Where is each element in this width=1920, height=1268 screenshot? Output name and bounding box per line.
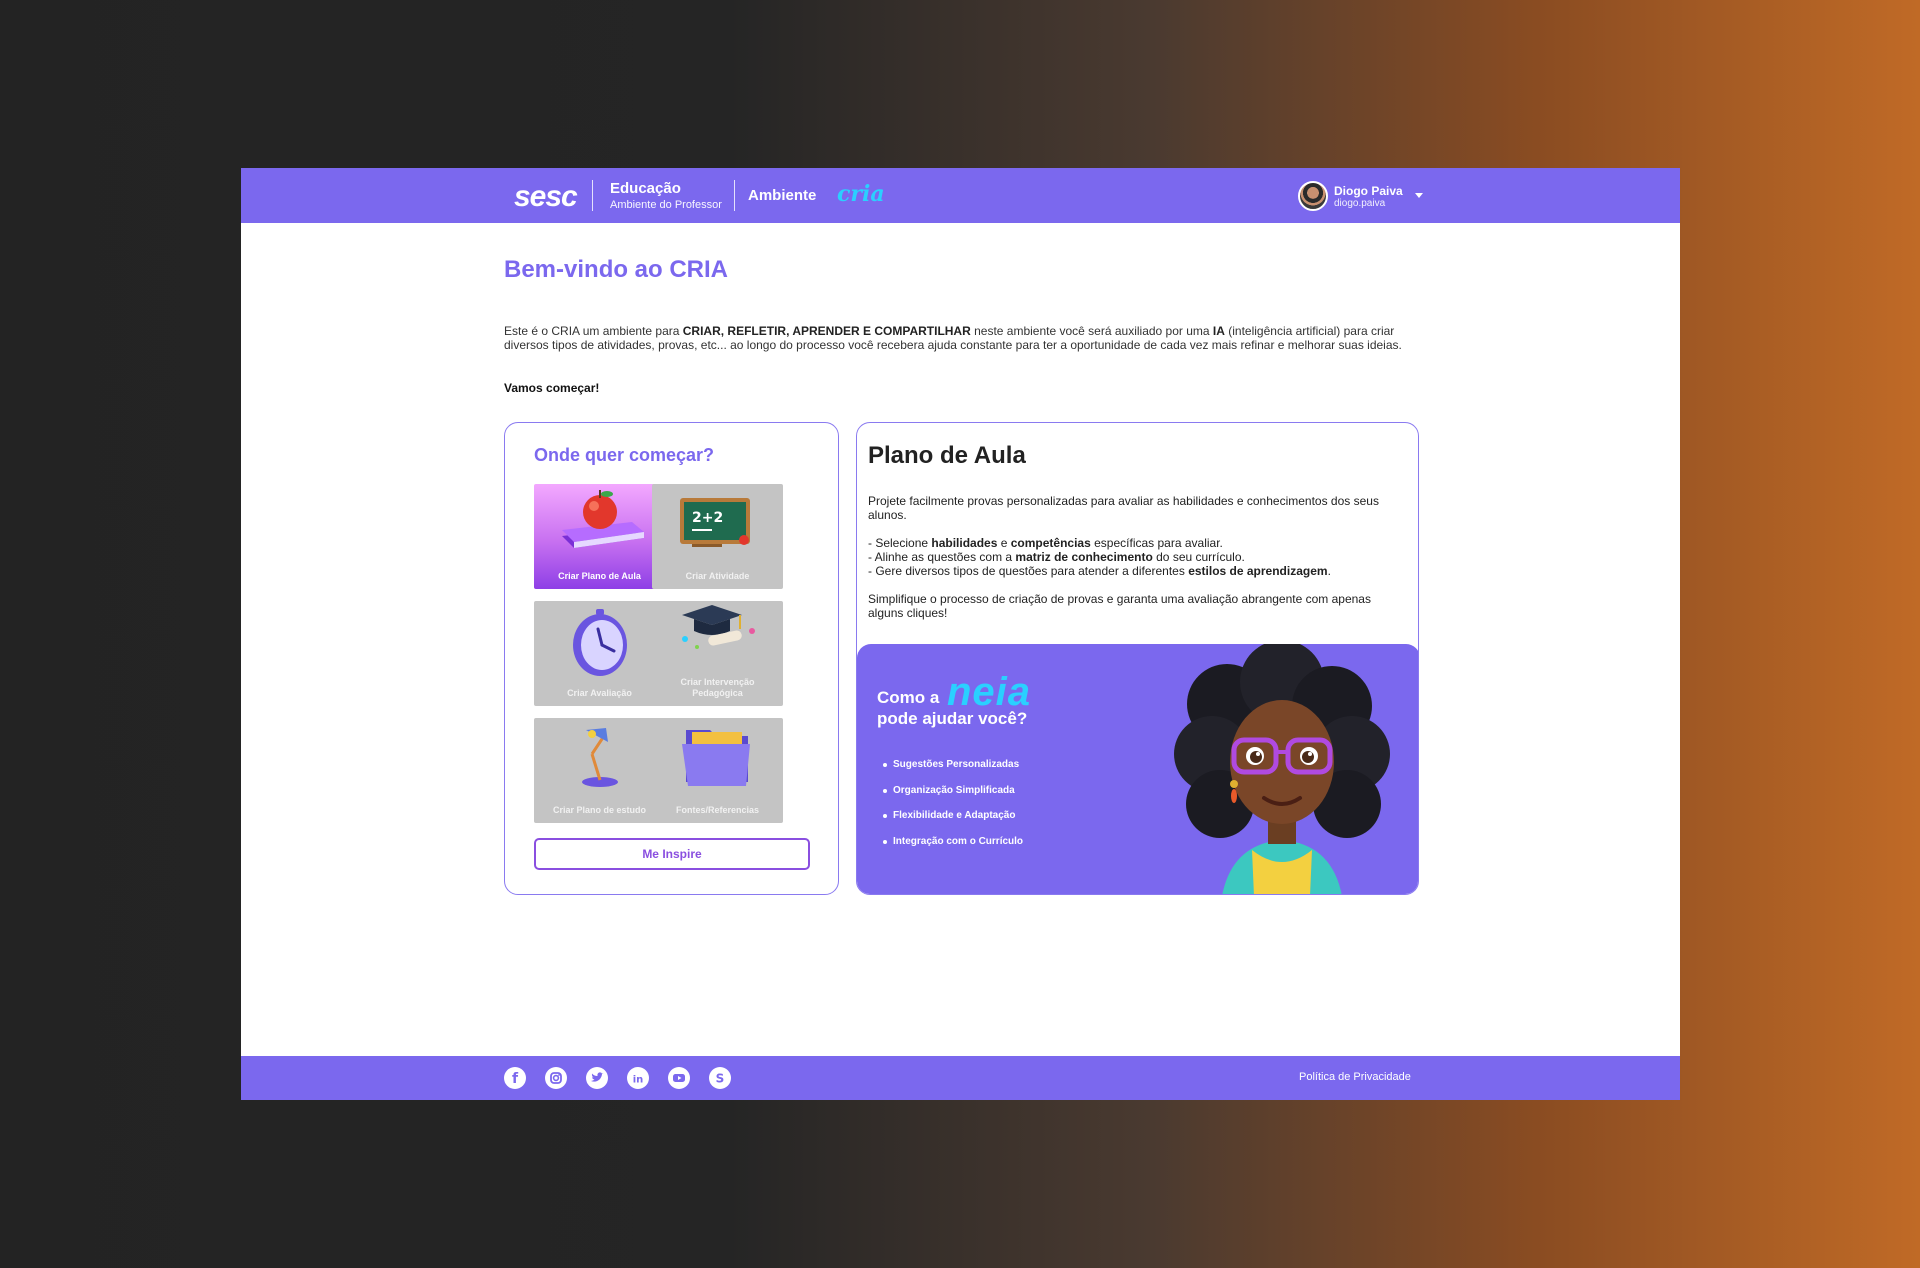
tile-label: Criar Intervenção Pedagógica	[680, 677, 755, 698]
chevron-down-icon	[1415, 193, 1423, 198]
list-item: Flexibilidade e Adaptação	[883, 809, 1023, 835]
svg-text:in: in	[633, 1075, 644, 1086]
chalkboard-icon: 2+2	[680, 498, 750, 547]
graduation-cap-icon	[682, 605, 755, 649]
cria-logo[interactable]: cria	[837, 181, 885, 207]
plano-card: Plano de Aula Projete facilmente provas …	[856, 422, 1419, 895]
list-text: específicas para avaliar.	[1090, 536, 1223, 550]
privacy-policy-link[interactable]: Política de Privacidade	[1299, 1071, 1411, 1083]
tile-criar-plano-de-aula[interactable]: Criar Plano de Aula	[534, 484, 665, 589]
facebook-icon[interactable]: f	[504, 1067, 526, 1089]
intro-text: neste ambiente você será auxiliado por u…	[970, 324, 1213, 338]
header-divider	[734, 180, 735, 211]
section-subtitle: Ambiente do Professor	[610, 199, 722, 211]
youtube-icon[interactable]	[668, 1067, 690, 1089]
app-window: sesc Educação Ambiente do Professor Ambi…	[241, 168, 1680, 1100]
plano-feature-list: - Selecione habilidades e competências e…	[868, 536, 1408, 578]
list-highlight: competências	[1010, 536, 1091, 550]
list-item: Organização Simplificada	[883, 784, 1023, 810]
twitter-icon[interactable]	[586, 1067, 608, 1089]
tile-label: Criar Atividade	[685, 571, 750, 581]
list-item: Sugestões Personalizadas	[883, 758, 1023, 784]
tile-criar-plano-de-estudo[interactable]: Criar Plano de estudo	[534, 718, 665, 823]
top-navbar: sesc Educação Ambiente do Professor Ambi…	[241, 168, 1680, 223]
list-item: Integração com o Currículo	[883, 835, 1023, 861]
neia-character-illustration	[1174, 644, 1390, 894]
apple-book-icon	[562, 490, 644, 548]
neia-panel: Como a neia pode ajudar você? Sugestões …	[857, 644, 1418, 894]
list-highlight: estilos de aprendizagem	[1188, 564, 1328, 578]
user-menu[interactable]: Diogo Paiva diogo.paiva	[1298, 181, 1428, 211]
user-name: Diogo Paiva	[1334, 184, 1403, 198]
desk-lamp-icon	[582, 728, 618, 787]
list-text: - Alinhe as questões com a	[868, 550, 1016, 564]
user-login: diogo.paiva	[1334, 198, 1386, 209]
clock-icon	[573, 609, 627, 676]
svg-text:S: S	[716, 1072, 725, 1086]
tile-label: Criar Plano de Aula	[558, 571, 641, 581]
folder-icon	[682, 730, 750, 786]
plano-paragraph: Projete facilmente provas personalizadas…	[868, 494, 1379, 522]
instagram-icon[interactable]	[545, 1067, 567, 1089]
footer: f in S Política de Privacidade	[241, 1056, 1680, 1100]
ambiente-label: Ambiente	[748, 187, 817, 204]
plano-title: Plano de Aula	[868, 442, 1026, 469]
list-text: do seu currículo.	[1152, 550, 1245, 564]
cta-text: Vamos começar!	[504, 381, 600, 395]
svg-text:2+2: 2+2	[692, 510, 723, 526]
tile-criar-intervencao-pedagogica[interactable]: Criar Intervenção Pedagógica	[652, 601, 783, 706]
neia-feature-list: Sugestões Personalizadas Organização Sim…	[883, 758, 1023, 860]
list-text: - Gere diversos tipos de questões para a…	[868, 564, 1189, 578]
plano-description: Projete facilmente provas personalizadas…	[868, 494, 1408, 634]
avatar	[1298, 181, 1328, 211]
intro-text: Este é o CRIA um ambiente para	[504, 324, 683, 338]
tile-label: Fontes/Referencias	[675, 805, 760, 815]
start-card-title: Onde quer começar?	[534, 445, 715, 465]
list-text: e	[997, 536, 1011, 550]
svg-text:f: f	[512, 1071, 519, 1087]
neia-question: pode ajudar você?	[877, 709, 1028, 728]
tile-fontes-referencias[interactable]: Fontes/Referencias	[652, 718, 783, 823]
me-inspire-button[interactable]: Me Inspire	[534, 838, 810, 870]
intro-highlight: CRIAR, REFLETIR, APRENDER E COMPARTILHAR	[682, 324, 971, 338]
list-text: .	[1327, 564, 1331, 578]
tile-label: Criar Plano de estudo	[552, 805, 647, 815]
list-text: - Selecione	[868, 536, 932, 550]
sesc-logo[interactable]: sesc	[514, 180, 578, 214]
list-highlight: habilidades	[931, 536, 998, 550]
tile-label: Criar Avaliação	[567, 688, 632, 698]
list-highlight: matriz de conhecimento	[1015, 550, 1153, 564]
linkedin-icon[interactable]: in	[627, 1067, 649, 1089]
tile-criar-atividade[interactable]: 2+2 Criar Atividade	[652, 484, 783, 589]
tile-criar-avaliacao[interactable]: Criar Avaliação	[534, 601, 665, 706]
neia-question: Como a	[877, 688, 940, 707]
plano-paragraph: Simplifique o processo de criação de pro…	[868, 592, 1371, 620]
start-card: Onde quer começar? Criar Plano de Aula 2…	[504, 422, 839, 895]
page-title: Bem-vindo ao CRIA	[504, 256, 729, 283]
intro-paragraph: Este é o CRIA um ambiente para CRIAR, RE…	[504, 324, 1404, 352]
header-divider	[592, 180, 593, 211]
section-title: Educação	[610, 180, 681, 197]
intro-highlight: IA	[1212, 324, 1225, 338]
sesc-icon[interactable]: S	[709, 1067, 731, 1089]
